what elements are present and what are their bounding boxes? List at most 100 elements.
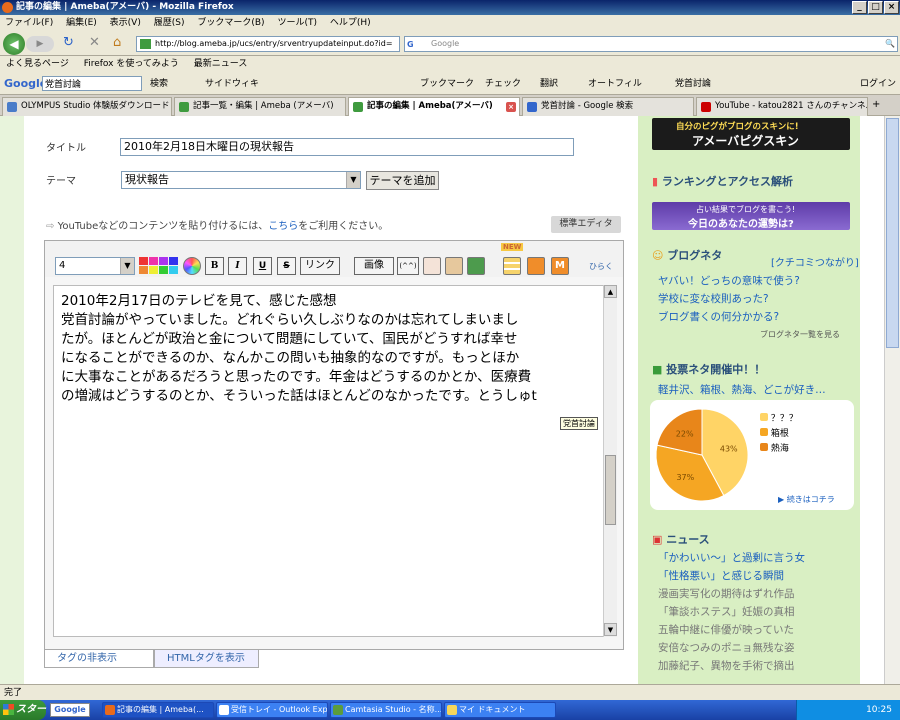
search-input[interactable]: G Google 🔍 — [404, 36, 898, 52]
color-wheel-icon[interactable] — [183, 257, 201, 275]
news-link[interactable]: 加藤紀子、異物を手術で摘出 — [658, 658, 795, 673]
hint-link[interactable]: こちら — [268, 221, 298, 232]
template-icon[interactable] — [503, 257, 521, 275]
news-link[interactable]: 「性格悪い」と感じる瞬間 — [658, 568, 784, 583]
bookmark-frequent[interactable]: よく見るページ — [6, 59, 69, 69]
google-toolbar-search-input[interactable] — [42, 76, 142, 91]
google-toolbar-logo[interactable]: Google — [4, 73, 47, 95]
tab-hide-tags[interactable]: タグの非表示 — [44, 650, 154, 668]
editor-line: たが。ほとんどが政治と金について問題にしていて、国民がどうすれば幸せ — [61, 331, 518, 347]
menu-help[interactable]: ヘルプ(H) — [330, 18, 371, 28]
minimize-button[interactable]: _ — [852, 1, 867, 14]
gtool-translate[interactable]: 翻訳 — [540, 73, 558, 95]
search-icon[interactable]: 🔍 — [885, 37, 895, 51]
link-button[interactable]: リンク — [300, 257, 340, 275]
underline-button[interactable]: U — [253, 257, 272, 275]
menu-file[interactable]: ファイル(F) — [5, 18, 53, 28]
news-link[interactable]: 安倍なつみのポニョ無残な姿 — [658, 640, 795, 655]
tab-show-html[interactable]: HTMLタグを表示 — [154, 650, 259, 668]
tab-close-icon[interactable]: × — [506, 102, 516, 112]
pigg-skin-banner[interactable]: 自分のピグがブログのスキンに! アメーバピグスキン — [652, 118, 850, 150]
news-link[interactable]: 「筆談ホステス」妊娠の真相 — [658, 604, 795, 619]
menu-history[interactable]: 履歴(S) — [154, 18, 185, 28]
color-palette-icon[interactable] — [139, 257, 179, 275]
ranking-title[interactable]: ▮ ランキングとアクセス解析 — [652, 173, 793, 189]
gtool-check[interactable]: チェック — [485, 73, 521, 95]
rss-icon[interactable] — [527, 257, 545, 275]
forward-button[interactable]: ▶ — [26, 36, 54, 52]
google-deskbar[interactable]: Google — [50, 703, 90, 717]
back-button[interactable]: ◀ — [3, 33, 25, 55]
image-button[interactable]: 画像 — [354, 257, 394, 275]
neta-link[interactable]: ヤバい！どっちの意味で使う? — [658, 273, 800, 288]
neta-link[interactable]: ブログ書くの何分かかる? — [658, 309, 779, 324]
news-link[interactable]: 五輪中継に俳優が映っていた — [658, 622, 794, 637]
emoji-button[interactable]: (^^) — [397, 257, 419, 275]
news-link[interactable]: 「かわいい〜」と過剰に言う女 — [658, 550, 805, 565]
chevron-down-icon[interactable]: ▼ — [120, 258, 134, 274]
start-button[interactable]: スタート — [0, 700, 46, 720]
maximize-button[interactable]: □ — [868, 1, 883, 14]
menu-bookmarks[interactable]: ブックマーク(B) — [197, 18, 264, 28]
theme-select[interactable]: 現状報告 ▼ — [121, 171, 361, 189]
task-outlook[interactable]: 受信トレイ - Outlook Exp... — [216, 702, 328, 718]
fortune-banner[interactable]: 占い結果でブログを書こう! 今日のあなたの運勢は? — [652, 202, 850, 230]
tab-list-icon[interactable]: + — [872, 99, 880, 110]
neta-link[interactable]: 学校に変な校則あった? — [658, 291, 769, 306]
gtool-login[interactable]: ログイン — [860, 73, 896, 95]
task-my-documents[interactable]: マイ ドキュメント — [444, 702, 556, 718]
standard-editor-button[interactable]: 標準エディタ — [551, 216, 621, 233]
chevron-down-icon[interactable]: ▼ — [346, 172, 360, 188]
add-theme-button[interactable]: テーマを追加 — [366, 171, 439, 190]
ameba-icon[interactable] — [467, 257, 485, 275]
gtool-bookmark[interactable]: ブックマーク — [420, 73, 474, 95]
deco-icon[interactable] — [445, 257, 463, 275]
clock[interactable]: 10:25 — [866, 705, 892, 715]
tab-edit-entry[interactable]: 記事の編集 | Ameba(アメーバ) × — [348, 97, 520, 117]
strike-button[interactable]: S — [277, 257, 296, 275]
task-camtasia[interactable]: Camtasia Studio - 名称... — [330, 702, 442, 718]
gtool-sidewiki[interactable]: サイドウィキ — [205, 73, 259, 95]
editor-scrollbar[interactable]: ▲ ▼ — [603, 285, 617, 637]
task-firefox[interactable]: 記事の編集 | Ameba(... — [102, 702, 214, 718]
title-label: タイトル — [46, 143, 86, 154]
tab-olympus[interactable]: OLYMPUS Studio 体験版ダウンロード — [2, 97, 172, 116]
close-button[interactable]: × — [884, 1, 899, 14]
page-scroll-thumb[interactable] — [886, 118, 899, 348]
italic-button[interactable]: I — [228, 257, 247, 275]
neta-kuchikomi-link[interactable]: [クチコミつながり] — [771, 254, 859, 269]
bookmark-news[interactable]: 最新ニュース — [194, 59, 248, 69]
scroll-down-icon[interactable]: ▼ — [604, 623, 617, 636]
editor-text-area[interactable]: 2010年2月17日のテレビを見て、感じた感想 党首討論がやっていました。どれぐ… — [53, 285, 604, 637]
gtool-highlight-query[interactable]: 党首討論 — [675, 73, 711, 95]
tab-favicon-icon — [527, 102, 537, 112]
stop-icon[interactable]: ✕ — [89, 36, 100, 50]
neta-list-link[interactable]: ブログネタ一覧を見る — [760, 329, 840, 340]
stamp-icon[interactable] — [423, 257, 441, 275]
menu-view[interactable]: 表示(V) — [110, 18, 141, 28]
gtool-search[interactable]: 検索 — [150, 73, 168, 95]
scroll-up-icon[interactable]: ▲ — [604, 285, 617, 298]
font-size-select[interactable]: 4 ▼ — [55, 257, 135, 275]
vote-more-link[interactable]: ▶ 続きはコチラ — [778, 494, 835, 505]
expand-link[interactable]: ひらく — [589, 261, 613, 272]
news-link[interactable]: 漫画実写化の期待はずれ作品 — [658, 586, 795, 601]
menu-tools[interactable]: ツール(T) — [277, 18, 317, 28]
menu-edit[interactable]: 編集(E) — [66, 18, 97, 28]
tab-entry-list[interactable]: 記事一覧・編集 | Ameba (アメーバ) — [174, 97, 346, 116]
scroll-thumb[interactable] — [605, 455, 616, 525]
tab-google-search[interactable]: 党首討論 - Google 検索 — [522, 97, 694, 116]
gtool-autofill[interactable]: オートフィル — [588, 73, 642, 95]
google-engine-icon[interactable]: G — [407, 38, 414, 52]
bookmark-firefox[interactable]: Firefox を使ってみよう — [84, 59, 179, 69]
page-scrollbar[interactable] — [884, 116, 900, 684]
home-icon[interactable]: ⌂ — [113, 36, 121, 50]
title-input[interactable]: 2010年2月18日木曜日の現状報告 — [120, 138, 574, 156]
m-icon[interactable]: M — [551, 257, 569, 275]
url-input[interactable]: http://blog.ameba.jp/ucs/entry/srventryu… — [136, 36, 400, 52]
reload-icon[interactable]: ↻ — [63, 36, 74, 50]
bold-button[interactable]: B — [205, 257, 224, 275]
tab-youtube[interactable]: YouTube - katou2821 さんのチャンネル — [696, 97, 868, 116]
vote-subject-link[interactable]: 軽井沢、箱根、熱海、どこが好き… — [658, 382, 826, 397]
windows-logo-icon — [3, 704, 14, 715]
